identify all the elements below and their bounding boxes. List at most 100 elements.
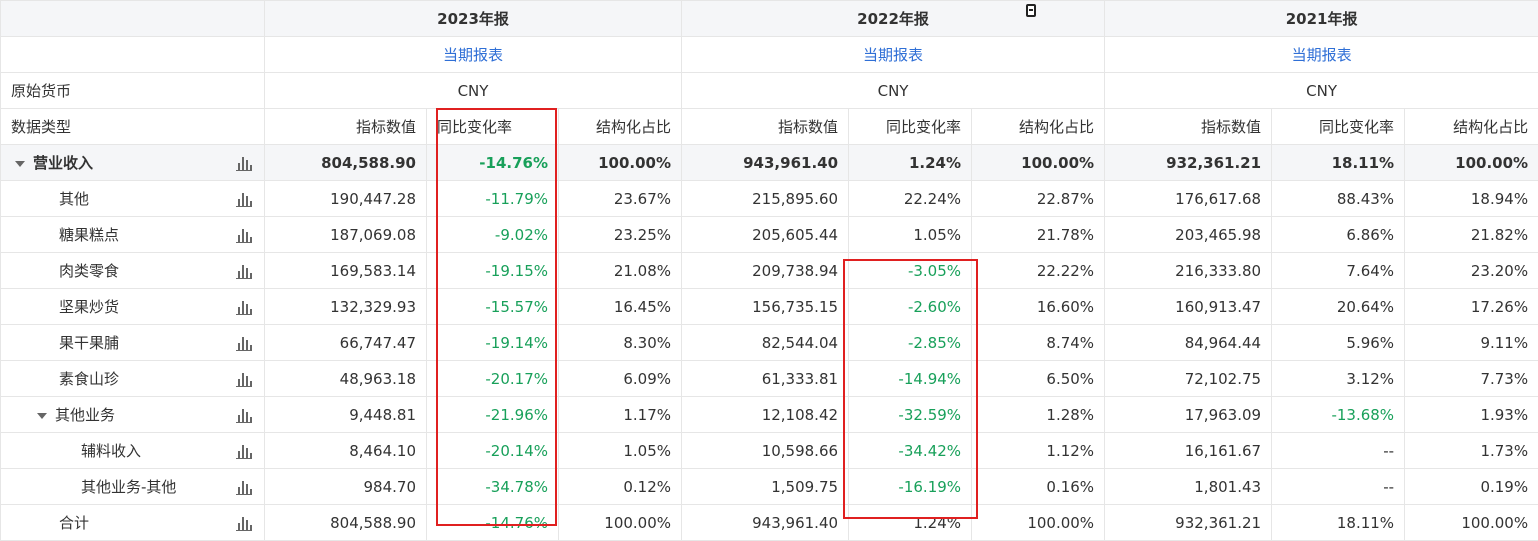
share-cell-2022: 1.28% <box>972 397 1105 433</box>
corner-cell <box>1 1 265 37</box>
bar-chart-icon[interactable] <box>236 407 252 423</box>
yoy-cell-2023: -20.17% <box>427 361 559 397</box>
row-label: 营业收入 <box>33 154 93 172</box>
value-cell-2021: 932,361.21 <box>1105 145 1272 181</box>
table-row[interactable]: 果干果脯 66,747.47-19.14%8.30%82,544.04-2.85%… <box>1 325 1538 361</box>
yoy-cell-2023: -14.76% <box>427 505 559 541</box>
report-type-row: 当期报表 当期报表 当期报表 <box>1 37 1538 73</box>
row-label: 糖果糕点 <box>59 226 119 244</box>
row-name-cell: 肉类零食 <box>1 253 265 289</box>
value-cell-2022: 156,735.15 <box>682 289 849 325</box>
bar-chart-icon[interactable] <box>236 263 252 279</box>
col-header-yoy-2022: 同比变化率 <box>849 109 972 145</box>
share-cell-2023: 0.12% <box>559 469 682 505</box>
year-2022-header: 2022年报 <box>682 1 1105 37</box>
table-row[interactable]: 其他业务9,448.81-21.96%1.17%12,108.42-32.59%… <box>1 397 1538 433</box>
col-header-share-2021: 结构化占比 <box>1405 109 1538 145</box>
report-link-2023[interactable]: 当期报表 <box>443 46 503 64</box>
bar-chart-icon[interactable] <box>236 443 252 459</box>
currency-row: 原始货币 CNY CNY CNY <box>1 73 1538 109</box>
yoy-cell-2021: 20.64% <box>1272 289 1405 325</box>
share-cell-2023: 1.05% <box>559 433 682 469</box>
value-cell-2022: 1,509.75 <box>682 469 849 505</box>
row-label: 辅料收入 <box>81 442 141 460</box>
col-header-value-2021: 指标数值 <box>1105 109 1272 145</box>
table-row[interactable]: 营业收入804,588.90-14.76%100.00%943,961.401.… <box>1 145 1538 181</box>
value-cell-2021: 203,465.98 <box>1105 217 1272 253</box>
row-name-cell: 营业收入 <box>1 145 265 181</box>
share-cell-2022: 22.87% <box>972 181 1105 217</box>
yoy-cell-2021: -- <box>1272 433 1405 469</box>
value-cell-2023: 48,963.18 <box>265 361 427 397</box>
col-header-value-2022: 指标数值 <box>682 109 849 145</box>
value-cell-2022: 61,333.81 <box>682 361 849 397</box>
yoy-cell-2023: -14.76% <box>427 145 559 181</box>
bar-chart-icon[interactable] <box>236 335 252 351</box>
row-name-cell: 其他业务-其他 <box>1 469 265 505</box>
row-name-cell: 其他业务 <box>1 397 265 433</box>
yoy-cell-2021: 18.11% <box>1272 145 1405 181</box>
year-header-row: 2023年报 2022年报 2021年报 <box>1 1 1538 37</box>
report-link-2021[interactable]: 当期报表 <box>1292 46 1352 64</box>
table-row[interactable]: 坚果炒货132,329.93-15.57%16.45%156,735.15-2.… <box>1 289 1538 325</box>
currency-2023: CNY <box>265 73 682 109</box>
table-row[interactable]: 辅料收入8,464.10-20.14%1.05%10,598.66-34.42%… <box>1 433 1538 469</box>
copy-icon[interactable] <box>1026 4 1036 17</box>
bar-chart-icon[interactable] <box>236 191 252 207</box>
bar-chart-icon[interactable] <box>236 227 252 243</box>
row-label: 其他业务-其他 <box>81 478 176 496</box>
share-cell-2023: 100.00% <box>559 505 682 541</box>
yoy-cell-2023: -15.57% <box>427 289 559 325</box>
column-header-row: 数据类型 指标数值 同比变化率 结构化占比 指标数值 同比变化率 结构化占比 指… <box>1 109 1538 145</box>
share-cell-2021: 17.26% <box>1405 289 1538 325</box>
caret-down-icon[interactable] <box>15 161 25 167</box>
report-link-2022[interactable]: 当期报表 <box>863 46 923 64</box>
bar-chart-icon[interactable] <box>236 479 252 495</box>
bar-chart-icon[interactable] <box>236 371 252 387</box>
share-cell-2023: 23.67% <box>559 181 682 217</box>
share-cell-2021: 100.00% <box>1405 145 1538 181</box>
yoy-cell-2023: -21.96% <box>427 397 559 433</box>
value-cell-2022: 205,605.44 <box>682 217 849 253</box>
share-cell-2023: 21.08% <box>559 253 682 289</box>
value-cell-2022: 943,961.40 <box>682 505 849 541</box>
bar-chart-icon[interactable] <box>236 515 252 531</box>
row-name-cell: 辅料收入 <box>1 433 265 469</box>
row-label: 素食山珍 <box>59 370 119 388</box>
table-row[interactable]: 其他业务-其他984.70-34.78%0.12%1,509.75-16.19%… <box>1 469 1538 505</box>
share-cell-2023: 6.09% <box>559 361 682 397</box>
year-2023-header: 2023年报 <box>265 1 682 37</box>
yoy-cell-2023: -34.78% <box>427 469 559 505</box>
yoy-cell-2022: -34.42% <box>849 433 972 469</box>
yoy-cell-2022: -14.94% <box>849 361 972 397</box>
yoy-cell-2023: -19.14% <box>427 325 559 361</box>
row-label: 果干果脯 <box>59 334 119 352</box>
yoy-cell-2021: 3.12% <box>1272 361 1405 397</box>
bar-chart-icon[interactable] <box>236 155 252 171</box>
value-cell-2021: 1,801.43 <box>1105 469 1272 505</box>
col-header-value-2023: 指标数值 <box>265 109 427 145</box>
share-cell-2022: 8.74% <box>972 325 1105 361</box>
yoy-cell-2022: -2.85% <box>849 325 972 361</box>
table-row[interactable]: 素食山珍 48,963.18-20.17%6.09%61,333.81-14.94… <box>1 361 1538 397</box>
table-row[interactable]: 其他190,447.28-11.79%23.67%215,895.6022.24… <box>1 181 1538 217</box>
value-cell-2022: 10,598.66 <box>682 433 849 469</box>
share-cell-2023: 8.30% <box>559 325 682 361</box>
value-cell-2023: 66,747.47 <box>265 325 427 361</box>
value-cell-2023: 9,448.81 <box>265 397 427 433</box>
share-cell-2022: 1.12% <box>972 433 1105 469</box>
bar-chart-icon[interactable] <box>236 299 252 315</box>
caret-down-icon[interactable] <box>37 413 47 419</box>
share-cell-2022: 0.16% <box>972 469 1105 505</box>
share-cell-2021: 7.73% <box>1405 361 1538 397</box>
report-type-label-cell <box>1 37 265 73</box>
value-cell-2022: 82,544.04 <box>682 325 849 361</box>
table-row[interactable]: 合计804,588.90-14.76%100.00%943,961.401.24… <box>1 505 1538 541</box>
currency-label: 原始货币 <box>1 73 265 109</box>
table-row[interactable]: 肉类零食169,583.14-19.15%21.08%209,738.94-3.… <box>1 253 1538 289</box>
value-cell-2021: 84,964.44 <box>1105 325 1272 361</box>
share-cell-2021: 21.82% <box>1405 217 1538 253</box>
table-row[interactable]: 糖果糕点187,069.08-9.02%23.25%205,605.441.05… <box>1 217 1538 253</box>
share-cell-2022: 6.50% <box>972 361 1105 397</box>
row-name-cell: 糖果糕点 <box>1 217 265 253</box>
